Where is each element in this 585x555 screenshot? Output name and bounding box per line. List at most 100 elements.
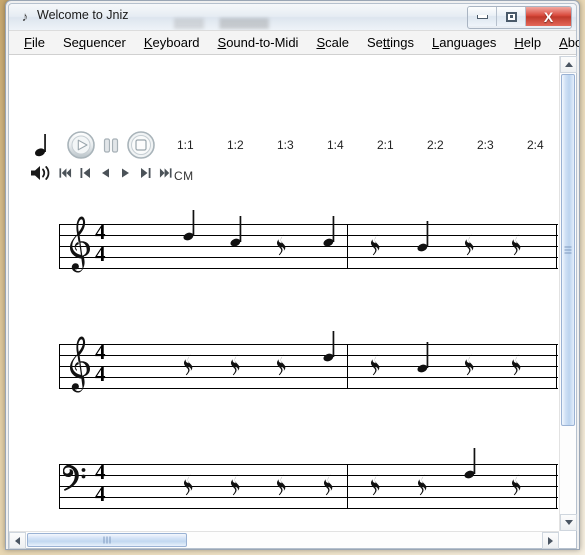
staff-line <box>59 235 558 236</box>
scroll-down-arrow[interactable] <box>560 514 577 531</box>
skip-to-start-button[interactable] <box>59 166 72 179</box>
ratio-label-1-4[interactable]: 1:4 <box>327 138 344 152</box>
note-quarter[interactable] <box>416 220 432 259</box>
menu-item-settings[interactable]: Settings <box>358 32 423 53</box>
ratio-label-2-3[interactable]: 2:3 <box>477 138 494 152</box>
barline-middle <box>347 344 349 389</box>
speaker-volume-icon[interactable] <box>29 163 55 183</box>
vertical-scroll-thumb[interactable] <box>561 74 575 426</box>
close-icon: X <box>543 8 554 25</box>
rest-quarter[interactable] <box>275 232 287 263</box>
ratio-label-2-1[interactable]: 2:1 <box>377 138 394 152</box>
window-inner-frame: ♪ Welcome to Jniz X File Sequencer Keybo… <box>8 3 579 549</box>
rest-quarter[interactable] <box>416 472 428 503</box>
rest-quarter[interactable] <box>182 472 194 503</box>
rest-quarter[interactable] <box>229 352 241 383</box>
time-signature-denominator: 4 <box>95 362 106 386</box>
barline-middle <box>347 464 349 509</box>
rest-quarter[interactable] <box>463 232 475 263</box>
step-forward-button[interactable] <box>119 166 132 179</box>
menu-item-help[interactable]: Help <box>505 32 550 53</box>
scroll-right-arrow[interactable] <box>542 532 559 549</box>
staff-treble-2[interactable]: 44 <box>59 331 558 393</box>
time-signature-numerator: 4 <box>95 220 106 244</box>
rest-quarter[interactable] <box>369 472 381 503</box>
close-button[interactable]: X <box>526 7 571 26</box>
note-quarter[interactable] <box>322 330 338 369</box>
treble-clef <box>63 335 93 400</box>
rest-quarter[interactable] <box>229 472 241 503</box>
staff-bass-1[interactable]: 44 <box>59 448 558 510</box>
title-bar-blurred-text <box>174 18 304 29</box>
scroll-left-arrow[interactable] <box>9 532 26 549</box>
navigation-controls <box>59 166 172 179</box>
barline-end <box>556 344 558 389</box>
rest-quarter[interactable] <box>510 352 522 383</box>
minimize-button[interactable] <box>468 7 497 26</box>
rest-quarter[interactable] <box>275 352 287 383</box>
note-quarter[interactable] <box>416 341 432 380</box>
skip-to-end-button[interactable] <box>159 166 172 179</box>
barline-end <box>556 464 558 509</box>
note-quarter[interactable] <box>182 209 198 248</box>
note-quarter[interactable] <box>463 447 479 486</box>
menu-item-keyboard[interactable]: Keyboard <box>135 32 209 53</box>
menu-item-scale[interactable]: Scale <box>307 32 358 53</box>
time-signature-numerator: 4 <box>95 340 106 364</box>
staff-line <box>59 486 558 487</box>
time-signature-denominator: 4 <box>95 482 106 506</box>
rest-quarter[interactable] <box>275 472 287 503</box>
ratio-labels: 1:1 1:2 1:3 1:4 2:1 2:2 2:3 2:4 <box>9 138 558 154</box>
rest-quarter[interactable] <box>369 352 381 383</box>
menu-item-sound-to-midi[interactable]: Sound-to-Midi <box>209 32 308 53</box>
chevron-right-icon <box>548 536 553 545</box>
ratio-label-2-4[interactable]: 2:4 <box>527 138 544 152</box>
ratio-label-1-2[interactable]: 1:2 <box>227 138 244 152</box>
horizontal-scrollbar[interactable] <box>9 531 559 549</box>
time-signature-denominator: 4 <box>95 242 106 266</box>
scroll-thumb-grip <box>103 536 111 544</box>
ratio-label-2-2[interactable]: 2:2 <box>427 138 444 152</box>
rest-quarter[interactable] <box>369 232 381 263</box>
rest-quarter[interactable] <box>182 352 194 383</box>
staff-treble-1[interactable]: 44 <box>59 210 558 273</box>
ratio-label-1-3[interactable]: 1:3 <box>277 138 294 152</box>
note-quarter[interactable] <box>322 215 338 254</box>
horizontal-scroll-thumb[interactable] <box>27 533 187 547</box>
rest-quarter[interactable] <box>510 232 522 263</box>
staff-line <box>59 377 558 378</box>
vertical-scrollbar[interactable] <box>559 56 577 531</box>
menu-item-about[interactable]: About <box>550 32 579 53</box>
scroll-thumb-grip <box>564 246 572 254</box>
treble-clef <box>63 215 93 280</box>
menu-item-file[interactable]: File <box>15 32 54 53</box>
next-measure-button[interactable] <box>139 166 152 179</box>
window-title: Welcome to Jniz <box>37 8 129 22</box>
ratio-label-1-1[interactable]: 1:1 <box>177 138 194 152</box>
music-note-icon: ♪ <box>21 9 29 24</box>
staff-line <box>59 464 558 465</box>
rest-quarter[interactable] <box>510 472 522 503</box>
staff-line <box>59 388 558 389</box>
rest-quarter[interactable] <box>322 472 334 503</box>
menu-item-sequencer[interactable]: Sequencer <box>54 32 135 53</box>
window-controls: X <box>467 6 572 29</box>
menu-item-languages[interactable]: Languages <box>423 32 505 53</box>
step-backward-button[interactable] <box>99 166 112 179</box>
previous-measure-button[interactable] <box>79 166 92 179</box>
staff-line <box>59 224 558 225</box>
staff-line <box>59 366 558 367</box>
content-pane: 1:1 1:2 1:3 1:4 2:1 2:2 2:3 2:4 CM 44 4 … <box>9 55 577 549</box>
note-quarter[interactable] <box>229 215 245 254</box>
rest-quarter[interactable] <box>463 352 475 383</box>
staff-line <box>59 344 558 345</box>
time-signature-numerator: 4 <box>95 460 106 484</box>
maximize-button[interactable] <box>497 7 526 26</box>
chevron-up-icon <box>564 62 573 67</box>
score-canvas[interactable]: 1:1 1:2 1:3 1:4 2:1 2:2 2:3 2:4 CM 44 4 … <box>9 56 558 530</box>
title-bar[interactable]: ♪ Welcome to Jniz X <box>9 4 576 30</box>
application-window: ♪ Welcome to Jniz X File Sequencer Keybo… <box>5 0 580 550</box>
barline-start <box>59 224 61 269</box>
chevron-down-icon <box>564 520 573 525</box>
scroll-up-arrow[interactable] <box>560 56 577 73</box>
